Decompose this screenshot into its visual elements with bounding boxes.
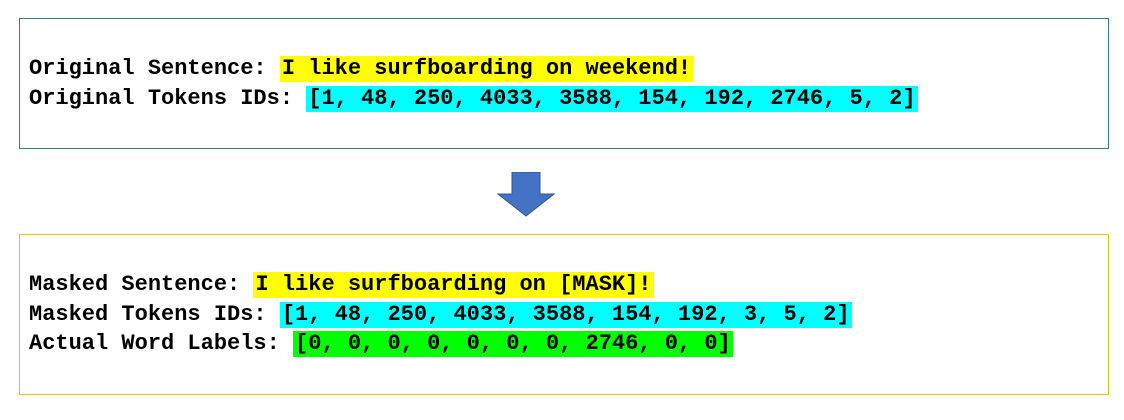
down-arrow-shape (497, 172, 555, 217)
down-arrow-icon (497, 172, 555, 217)
original-tokens-value: [1, 48, 250, 4033, 3588, 154, 192, 2746,… (306, 85, 918, 112)
original-sentence-value: I like surfboarding on weekend! (279, 56, 694, 82)
original-tokens-label: Original Tokens IDs: (29, 85, 307, 111)
original-sentence-line: Original Sentence: I like surfboarding o… (29, 54, 918, 84)
masked-lines: Masked Sentence: I like surfboarding on … (29, 270, 852, 359)
original-tokens-line: Original Tokens IDs: [1, 48, 250, 4033, … (29, 84, 918, 114)
masked-sentence-line: Masked Sentence: I like surfboarding on … (29, 270, 852, 300)
actual-labels-label: Actual Word Labels: (29, 331, 294, 356)
masked-tokens-label: Masked Tokens IDs: (29, 301, 280, 327)
masked-panel: Masked Sentence: I like surfboarding on … (19, 234, 1109, 395)
original-sentence-label: Original Sentence: (29, 56, 280, 81)
original-lines: Original Sentence: I like surfboarding o… (29, 54, 918, 113)
original-panel: Original Sentence: I like surfboarding o… (19, 18, 1109, 149)
masked-sentence-label: Masked Sentence: (29, 272, 254, 297)
masked-tokens-line: Masked Tokens IDs: [1, 48, 250, 4033, 35… (29, 300, 852, 330)
masked-tokens-value: [1, 48, 250, 4033, 3588, 154, 192, 3, 5,… (279, 301, 852, 328)
masked-sentence-value: I like surfboarding on [MASK]! (253, 272, 654, 298)
actual-labels-value: [0, 0, 0, 0, 0, 0, 0, 2746, 0, 0] (293, 331, 733, 357)
actual-labels-line: Actual Word Labels: [0, 0, 0, 0, 0, 0, 0… (29, 329, 852, 359)
